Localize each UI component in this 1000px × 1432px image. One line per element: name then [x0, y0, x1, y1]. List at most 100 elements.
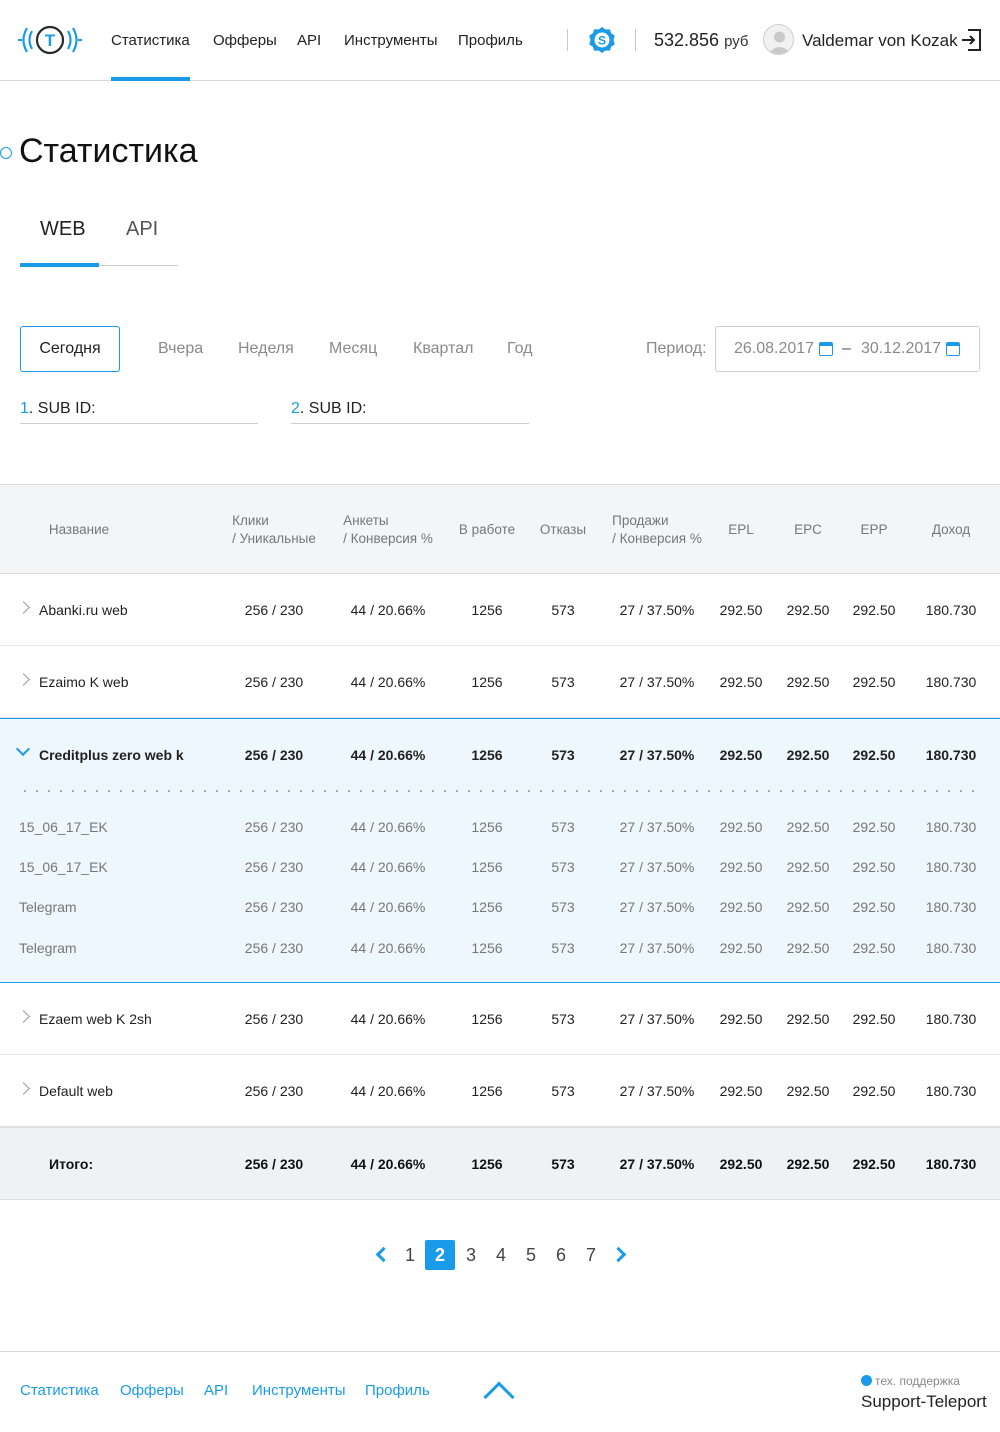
nav-statistics[interactable]: Статистика [111, 0, 190, 81]
period-yesterday-button[interactable]: Вчера [158, 326, 203, 372]
total-cell-income: 180.730 [925, 1156, 977, 1172]
expanded-row-group: Creditplus zero web k 256 / 230 44 / 20.66… [0, 718, 1000, 983]
page-3-button[interactable]: 3 [456, 1240, 486, 1270]
cell-clicks: 256 / 230 [244, 1011, 304, 1027]
footer-link-api[interactable]: API [204, 1382, 228, 1399]
table-row[interactable]: Ezaem web K 2sh 256 / 230 44 / 20.66% 1256 5… [0, 983, 1000, 1055]
column-header-line: / Конверсия % [343, 531, 433, 546]
column-header-income[interactable]: Доход [891, 485, 1000, 575]
prev-page-icon[interactable] [375, 1246, 392, 1263]
cell-clicks: 256 / 230 [244, 1083, 304, 1099]
table-row[interactable]: Creditplus zero web k 256 / 230 44 / 20.66… [0, 719, 1000, 791]
column-header-line: Клики [232, 513, 269, 528]
chevron-right-icon[interactable] [17, 1010, 30, 1023]
column-header-line: Отказы [539, 522, 587, 537]
cell-income: 180.730 [925, 747, 977, 763]
chevron-right-icon[interactable] [17, 601, 30, 614]
skype-icon[interactable]: S [587, 25, 617, 55]
chevron-right-icon[interactable] [17, 673, 30, 686]
column-header-label: Клики / Уникальные [232, 512, 316, 548]
sub-row[interactable]: Telegram 256 / 230 44 / 20.66% 1256 573 27 / … [0, 928, 1000, 968]
table-row[interactable]: Abanki.ru web 256 / 230 44 / 20.66% 1256 573… [0, 574, 1000, 646]
cell-income: 180.730 [925, 674, 977, 690]
page-4-button[interactable]: 4 [486, 1240, 516, 1270]
table-row[interactable]: Ezaimo K web 256 / 230 44 / 20.66% 1256 573 2… [0, 646, 1000, 718]
period-week-button[interactable]: Неделя [238, 326, 294, 372]
period-year-button[interactable]: Год [507, 326, 532, 372]
sub-cell-income: 180.730 [925, 899, 977, 915]
column-header-name[interactable]: Название [19, 485, 139, 575]
sub-id-1-input[interactable]: 1. SUB ID: [20, 400, 258, 424]
header-divider [567, 29, 568, 51]
table-row[interactable]: Default web 256 / 230 44 / 20.66% 1256 573 27… [0, 1055, 1000, 1127]
cell-name: Ezaem web K 2sh [39, 1011, 152, 1027]
sub-id-2-input[interactable]: 2. SUB ID: [291, 400, 529, 424]
footer-link-tools[interactable]: Инструменты [252, 1382, 346, 1399]
period-quarter-button[interactable]: Квартал [413, 326, 473, 372]
cell-clicks: 256 / 230 [244, 747, 304, 763]
page-2-button[interactable]: 2 [425, 1240, 455, 1270]
balance-currency: руб [724, 33, 749, 50]
scroll-top-icon[interactable] [483, 1381, 515, 1413]
sub-id-number: 1 [20, 400, 29, 417]
chevron-down-icon[interactable] [15, 741, 31, 757]
page-7-button[interactable]: 7 [576, 1240, 606, 1270]
page-title: Статистика [19, 132, 198, 170]
avatar[interactable] [763, 24, 794, 55]
sub-cell-name: Telegram [19, 899, 77, 915]
calendar-icon[interactable] [819, 342, 833, 356]
period-month-button[interactable]: Месяц [329, 326, 377, 372]
sub-row[interactable]: 15_06_17_EK 256 / 230 44 / 20.66% 1256 573 27… [0, 847, 1000, 887]
page-6-button[interactable]: 6 [546, 1240, 576, 1270]
calendar-icon[interactable] [946, 342, 960, 356]
chevron-right-icon[interactable] [17, 1082, 30, 1095]
tab-web[interactable]: WEB [40, 218, 86, 241]
sub-id-label: . SUB ID: [28, 400, 96, 417]
table-header: Название Клики / Уникальные Анкеты / Конверс… [0, 484, 1000, 574]
nav-offers[interactable]: Офферы [213, 0, 277, 81]
total-cell-clicks: 256 / 230 [244, 1156, 304, 1172]
total-cell-name: Итого: [49, 1156, 94, 1172]
sub-cell-clicks: 256 / 230 [244, 819, 304, 835]
period-today-button[interactable]: Сегодня [20, 326, 120, 372]
page-1-button[interactable]: 1 [395, 1240, 425, 1270]
column-header-label: Отказы [540, 521, 586, 539]
sub-cell-income: 180.730 [925, 819, 977, 835]
cell-name: Default web [39, 1083, 113, 1099]
date-to-input[interactable]: 30.12.2017 [861, 327, 941, 371]
support-label: тех. поддержка [861, 1374, 960, 1388]
column-header-clicks[interactable]: Клики / Уникальные [214, 485, 334, 575]
footer-link-offers[interactable]: Офферы [120, 1382, 184, 1399]
column-header-line: Доход [931, 522, 971, 537]
page-5-button[interactable]: 5 [516, 1240, 546, 1270]
total-row: Итого: 256 / 230 44 / 20.66% 1256 573 27 / 37… [0, 1127, 1000, 1200]
footer-link-statistics[interactable]: Статистика [20, 1382, 99, 1399]
support-name[interactable]: Support-Teleport [861, 1392, 987, 1412]
date-range-picker[interactable]: 26.08.2017 – 30.12.2017 [715, 326, 980, 372]
cell-name: Ezaimo K web [39, 674, 129, 690]
sub-cell-name: 15_06_17_EK [19, 859, 108, 875]
balance: 532.856 руб [654, 0, 749, 81]
logout-icon[interactable] [960, 28, 982, 52]
sub-row[interactable]: Telegram 256 / 230 44 / 20.66% 1256 573 27 / … [0, 887, 1000, 927]
date-separator: – [842, 340, 851, 357]
next-page-icon[interactable] [610, 1246, 627, 1263]
nav-tools[interactable]: Инструменты [344, 0, 438, 81]
sub-row[interactable]: 15_06_17_EK 256 / 230 44 / 20.66% 1256 573 27… [0, 807, 1000, 847]
tab-api[interactable]: API [126, 218, 158, 241]
cell-name: Abanki.ru web [39, 602, 128, 618]
sub-cell-clicks: 256 / 230 [244, 899, 304, 915]
username[interactable]: Valdemar von Kozak [802, 0, 958, 81]
nav-profile[interactable]: Профиль [458, 0, 523, 81]
column-header-line: / Уникальные [232, 531, 316, 546]
header-divider [635, 29, 636, 51]
sub-cell-clicks: 256 / 230 [244, 859, 304, 875]
cell-clicks: 256 / 230 [244, 602, 304, 618]
date-from-input[interactable]: 26.08.2017 [734, 327, 814, 371]
footer-link-profile[interactable]: Профиль [365, 1382, 430, 1399]
cell-income: 180.730 [925, 1083, 977, 1099]
logo-icon[interactable]: T [18, 22, 82, 58]
dotted-divider [19, 790, 982, 792]
nav-api[interactable]: API [297, 0, 321, 81]
sub-cell-income: 180.730 [925, 859, 977, 875]
